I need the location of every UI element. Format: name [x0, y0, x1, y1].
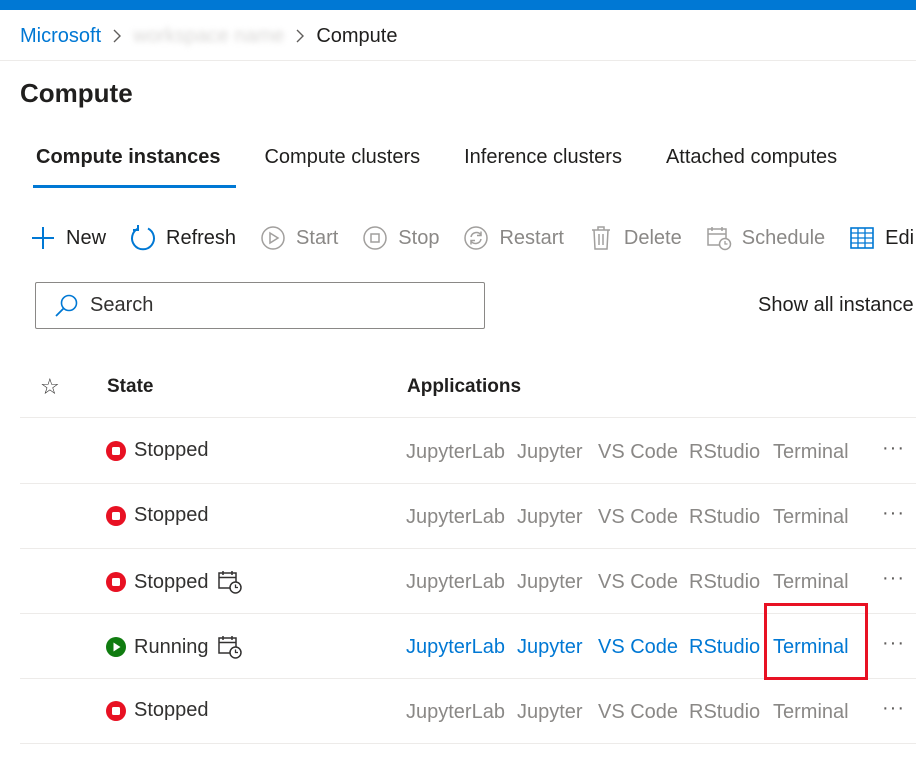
- new-button-label: New: [66, 226, 107, 249]
- app-link-jupyter[interactable]: Jupyter: [517, 506, 583, 529]
- table-row: Stopped JupyterLab Jupyter VS Code RStud…: [20, 484, 916, 549]
- search-placeholder: Search: [90, 294, 154, 316]
- app-link-jupyterlab[interactable]: JupyterLab: [406, 701, 505, 724]
- annotation-highlight-box: [764, 603, 868, 680]
- app-link-vscode[interactable]: VS Code: [598, 701, 678, 724]
- chevron-right-icon: [284, 25, 316, 48]
- status-cell: Stopped: [106, 699, 209, 722]
- status-label: Stopped: [134, 439, 209, 461]
- more-actions-button[interactable]: ···: [882, 437, 905, 460]
- restart-button[interactable]: Restart: [461, 223, 564, 253]
- refresh-icon: [128, 223, 158, 253]
- command-bar: New Refresh Start Stop Restart Delete Sc…: [28, 220, 916, 256]
- app-link-vscode[interactable]: VS Code: [598, 506, 678, 529]
- table-icon: [847, 223, 877, 253]
- more-actions-button[interactable]: ···: [882, 697, 905, 720]
- app-link-jupyterlab[interactable]: JupyterLab: [406, 441, 505, 464]
- app-link-jupyterlab[interactable]: JupyterLab: [406, 636, 505, 659]
- schedule-calendar-icon: [217, 634, 243, 660]
- breadcrumb: Microsoft workspace name Compute: [20, 22, 397, 50]
- restart-button-label: Restart: [499, 226, 564, 249]
- edit-columns-button[interactable]: Edi: [847, 223, 914, 253]
- table-row: Stopped JupyterLab Jupyter VS Code RStud…: [20, 679, 916, 744]
- plus-icon: [28, 223, 58, 253]
- show-all-instances-toggle[interactable]: Show all instance: [758, 294, 914, 317]
- column-header-state[interactable]: State: [107, 376, 153, 398]
- app-link-jupyter[interactable]: Jupyter: [517, 636, 583, 659]
- table-row: Stopped JupyterLab Jupyter VS Code RStud…: [20, 419, 916, 484]
- status-label: Stopped: [134, 570, 209, 593]
- page-title: Compute: [20, 78, 133, 108]
- app-link-terminal[interactable]: Terminal: [773, 571, 849, 594]
- app-link-jupyter[interactable]: Jupyter: [517, 701, 583, 724]
- app-link-terminal[interactable]: Terminal: [773, 441, 849, 464]
- app-link-jupyterlab[interactable]: JupyterLab: [406, 506, 505, 529]
- tab-bar: Compute instances Compute clusters Infer…: [20, 140, 865, 192]
- breadcrumb-root-link[interactable]: Microsoft: [20, 25, 101, 48]
- calendar-clock-icon: [704, 223, 734, 253]
- search-icon: [52, 292, 80, 320]
- app-link-vscode[interactable]: VS Code: [598, 571, 678, 594]
- more-actions-button[interactable]: ···: [882, 567, 905, 590]
- more-actions-button[interactable]: ···: [882, 632, 905, 655]
- restart-icon: [461, 223, 491, 253]
- schedule-calendar-icon: [217, 569, 243, 595]
- refresh-button[interactable]: Refresh: [128, 223, 236, 253]
- trash-icon: [586, 223, 616, 253]
- star-icon[interactable]: ☆: [40, 374, 60, 400]
- stopped-status-icon: [106, 440, 126, 461]
- breadcrumb-current: Compute: [316, 24, 398, 47]
- stop-button[interactable]: Stop: [360, 223, 439, 253]
- start-button[interactable]: Start: [258, 223, 338, 253]
- app-link-vscode[interactable]: VS Code: [598, 636, 678, 659]
- breadcrumb-workspace-link[interactable]: workspace name: [133, 25, 284, 48]
- delete-button-label: Delete: [623, 226, 682, 249]
- app-link-terminal[interactable]: Terminal: [773, 506, 849, 529]
- app-link-rstudio[interactable]: RStudio: [689, 571, 760, 594]
- chevron-right-icon: [101, 25, 133, 48]
- new-button[interactable]: New: [28, 223, 106, 253]
- grid-header: ☆ State Applications: [20, 354, 916, 418]
- schedule-button-label: Schedule: [741, 226, 826, 249]
- tab-inference-clusters[interactable]: Inference clusters: [448, 140, 638, 188]
- stopped-status-icon: [106, 700, 126, 721]
- refresh-button-label: Refresh: [166, 226, 237, 249]
- app-link-rstudio[interactable]: RStudio: [689, 701, 760, 724]
- app-link-vscode[interactable]: VS Code: [598, 441, 678, 464]
- app-link-terminal[interactable]: Terminal: [773, 701, 849, 724]
- app-link-rstudio[interactable]: RStudio: [689, 636, 760, 659]
- status-cell: Stopped: [106, 569, 243, 595]
- column-header-applications[interactable]: Applications: [407, 376, 521, 398]
- status-cell: Running: [106, 634, 243, 660]
- tab-compute-instances[interactable]: Compute instances: [20, 140, 237, 188]
- breadcrumb-divider: [0, 60, 916, 61]
- stop-circle-icon: [360, 223, 390, 253]
- stop-button-label: Stop: [398, 226, 440, 249]
- app-link-rstudio[interactable]: RStudio: [689, 441, 760, 464]
- app-link-jupyter[interactable]: Jupyter: [517, 571, 583, 594]
- status-label: Stopped: [134, 504, 209, 526]
- running-status-icon: [106, 637, 126, 657]
- play-circle-icon: [258, 223, 288, 253]
- tab-attached-computes[interactable]: Attached computes: [650, 140, 853, 188]
- app-link-jupyterlab[interactable]: JupyterLab: [406, 571, 505, 594]
- start-button-label: Start: [296, 226, 339, 249]
- stopped-status-icon: [106, 572, 126, 592]
- edit-columns-button-label: Edi: [885, 226, 915, 249]
- status-cell: Stopped: [106, 439, 209, 462]
- status-cell: Stopped: [106, 504, 209, 527]
- status-label: Running: [134, 635, 209, 658]
- tab-compute-clusters[interactable]: Compute clusters: [248, 140, 436, 188]
- search-box[interactable]: Search: [35, 282, 485, 329]
- more-actions-button[interactable]: ···: [882, 502, 905, 525]
- status-label: Stopped: [134, 699, 209, 721]
- stopped-status-icon: [106, 505, 126, 526]
- app-link-rstudio[interactable]: RStudio: [689, 506, 760, 529]
- delete-button[interactable]: Delete: [586, 223, 682, 253]
- top-accent-bar: [0, 0, 916, 10]
- schedule-button[interactable]: Schedule: [704, 223, 825, 253]
- app-link-jupyter[interactable]: Jupyter: [517, 441, 583, 464]
